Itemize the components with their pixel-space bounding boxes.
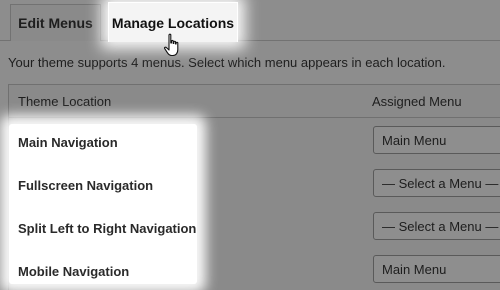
location-label-fullscreen-navigation: Fullscreen Navigation (18, 178, 154, 193)
menu-select-fullscreen-navigation[interactable]: — Select a Menu — (373, 169, 500, 197)
column-header-assigned-menu: Assigned Menu (372, 94, 462, 109)
menu-locations-description: Your theme supports 4 menus. Select whic… (8, 55, 446, 70)
location-label-mobile-navigation: Mobile Navigation (18, 264, 130, 279)
hand-pointer-icon (164, 33, 179, 57)
tab-edit-menus[interactable]: Edit Menus (10, 4, 101, 41)
menu-select-main-navigation[interactable]: Main Menu (373, 126, 500, 154)
table-header: Theme Location Assigned Menu (9, 85, 500, 118)
location-label-split-navigation: Split Left to Right Navigation (18, 221, 197, 236)
location-label-main-navigation: Main Navigation (18, 135, 118, 150)
column-header-theme-location: Theme Location (18, 94, 112, 109)
nav-tab-wrapper: Edit Menus Manage Locations (0, 0, 500, 42)
menu-select-mobile-navigation[interactable]: Main Menu (373, 255, 500, 283)
menu-select-split-navigation[interactable]: — Select a Menu — (373, 212, 500, 240)
